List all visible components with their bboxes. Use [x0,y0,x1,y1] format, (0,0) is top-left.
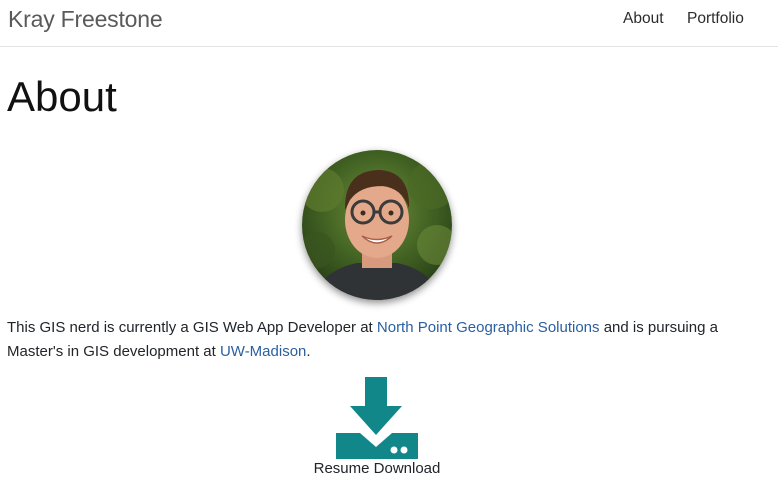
download-icon [336,377,418,459]
nav-link-portfolio[interactable]: Portfolio [687,10,744,28]
university-link[interactable]: UW-Madison [220,343,306,360]
profile-photo [302,150,452,300]
nav-link-about[interactable]: About [623,10,664,28]
navbar: Kray Freestone About Portfolio [0,0,778,47]
bio-text: This GIS nerd is currently a GIS Web App… [7,316,767,364]
profile-photo-image [302,150,452,300]
resume-download-button[interactable]: Resume Download [300,377,454,483]
bio-text-part3: . [306,343,311,360]
brand-link[interactable]: Kray Freestone [8,6,163,33]
page-title: About [7,73,117,120]
employer-link[interactable]: North Point Geographic Solutions [377,319,600,336]
resume-download-label: Resume Download [313,460,441,477]
bio-text-part1: This GIS nerd is currently a GIS Web App… [7,319,377,336]
